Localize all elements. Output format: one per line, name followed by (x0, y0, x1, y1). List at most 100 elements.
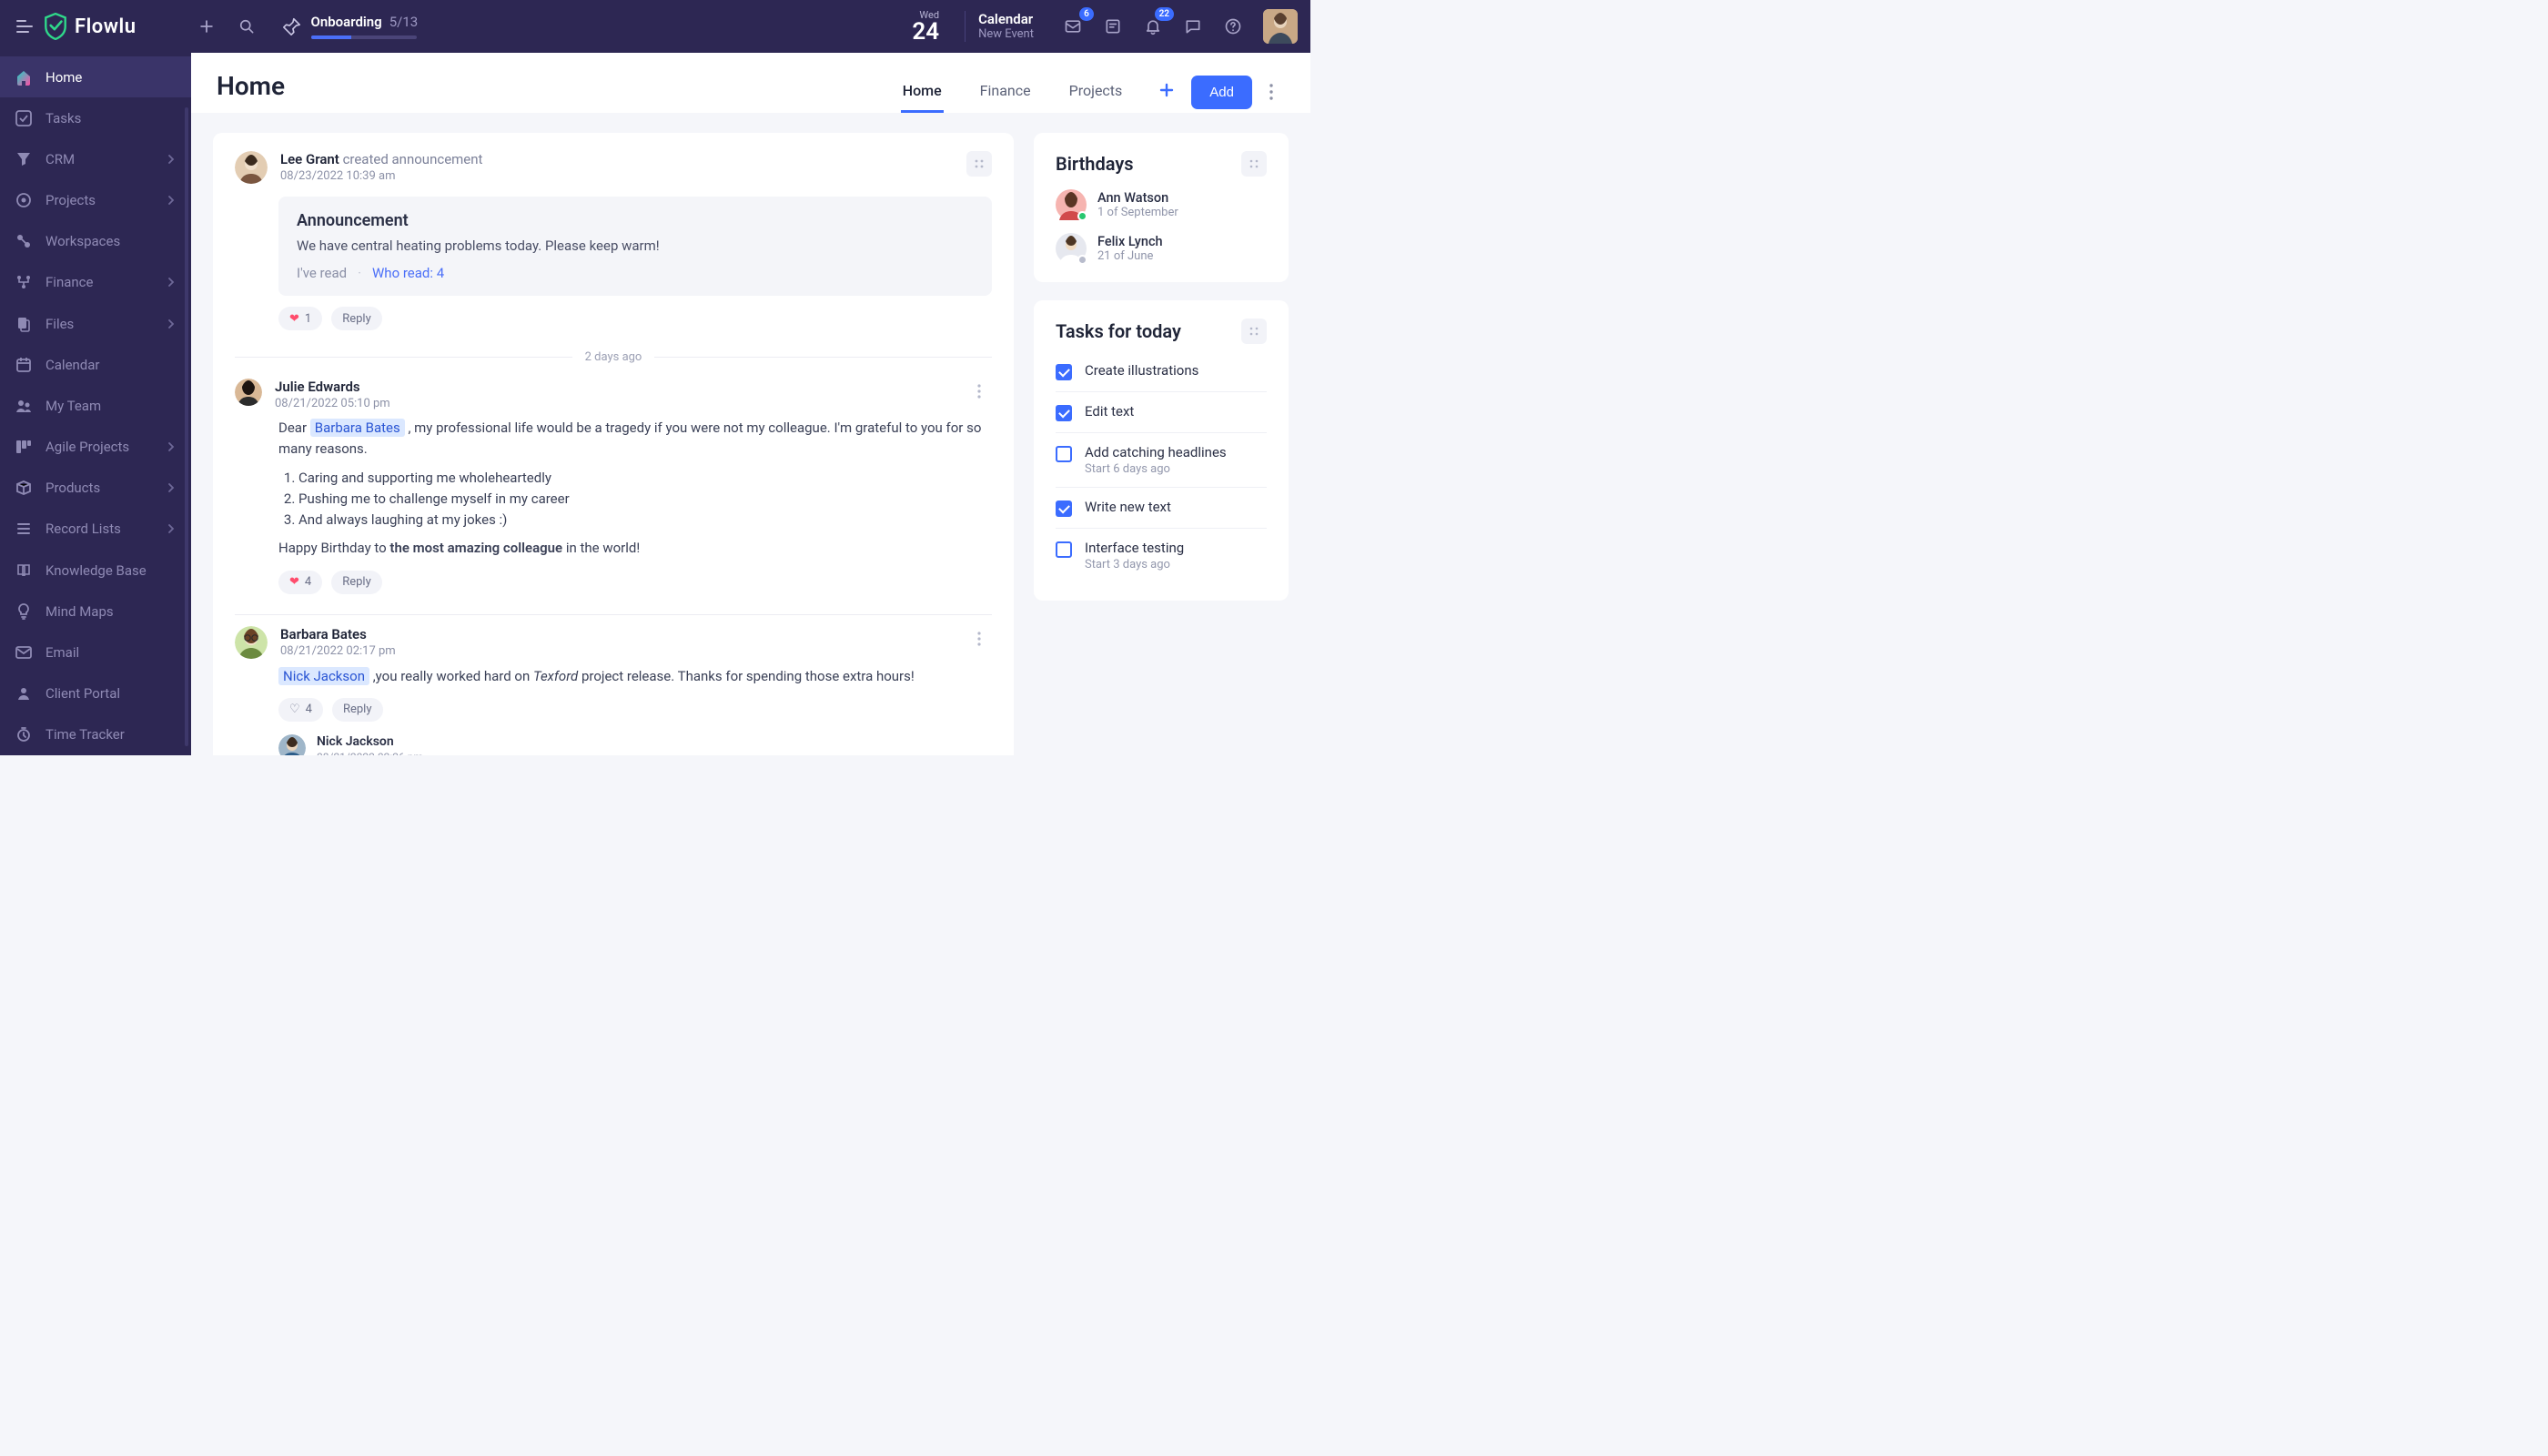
task-checkbox[interactable] (1056, 500, 1072, 517)
drag-handle[interactable] (1241, 318, 1267, 344)
reply-button[interactable]: Reply (332, 698, 383, 722)
avatar[interactable] (235, 151, 268, 184)
task-item[interactable]: Write new text (1056, 487, 1267, 528)
plus-icon (1158, 82, 1175, 98)
calendar-widget[interactable]: Calendar New Event (978, 11, 1034, 42)
task-checkbox[interactable] (1056, 541, 1072, 558)
new-button[interactable] (191, 11, 222, 42)
tab-finance[interactable]: Finance (978, 71, 1033, 113)
sidebar-item-email[interactable]: Email (0, 632, 191, 672)
sidebar-item-crm[interactable]: CRM (0, 138, 191, 179)
post-menu-button[interactable] (966, 151, 992, 177)
sidebar-item-files[interactable]: Files (0, 303, 191, 344)
chevron-right-icon (166, 523, 177, 534)
avatar[interactable] (235, 379, 262, 406)
sidebar-item-calendar[interactable]: Calendar (0, 344, 191, 385)
sidebar-item-knowledge-base[interactable]: Knowledge Base (0, 550, 191, 591)
mention-link[interactable]: Barbara Bates (310, 419, 405, 437)
avatar (1056, 233, 1087, 264)
tab-projects[interactable]: Projects (1067, 71, 1125, 113)
bulb-icon (15, 602, 33, 621)
target-icon (15, 191, 33, 209)
task-title: Interface testing (1085, 540, 1184, 556)
reply-author[interactable]: Nick Jackson (317, 734, 394, 749)
sidebar-item-tasks[interactable]: Tasks (0, 97, 191, 138)
task-checkbox[interactable] (1056, 405, 1072, 421)
sidebar-item-home[interactable]: Home (0, 56, 191, 97)
sidebar-item-client-portal[interactable]: Client Portal (0, 673, 191, 714)
like-pill[interactable]: ♡4 (278, 698, 323, 722)
onboarding-count: 5/13 (389, 14, 418, 30)
post-menu-button[interactable] (966, 379, 992, 404)
help-icon (1224, 17, 1242, 35)
sidebar-item-workspaces[interactable]: Workspaces (0, 221, 191, 262)
avatar (1056, 189, 1087, 220)
notifications-button[interactable]: 22 (1138, 11, 1168, 42)
post-author[interactable]: Barbara Bates (280, 626, 367, 642)
birthday-name: Felix Lynch (1097, 234, 1163, 249)
task-item[interactable]: Interface testingStart 3 days ago (1056, 528, 1267, 582)
chat-button[interactable] (1178, 11, 1208, 42)
agile-icon (15, 438, 33, 456)
sidebar-item-mind-maps[interactable]: Mind Maps (0, 591, 191, 632)
book-icon (15, 561, 33, 580)
sidebar-item-projects[interactable]: Projects (0, 180, 191, 221)
reply-button[interactable]: Reply (331, 571, 382, 594)
drag-handle[interactable] (1241, 151, 1267, 177)
notes-button[interactable] (1097, 11, 1128, 42)
avatar[interactable] (235, 626, 268, 659)
mention-link[interactable]: Nick Jackson (278, 667, 369, 685)
birthdays-card: Birthdays Ann Watson1 of SeptemberFelix … (1034, 133, 1289, 282)
add-button[interactable]: Add (1191, 76, 1252, 109)
home-icon (15, 68, 33, 86)
like-pill[interactable]: ❤1 (278, 307, 322, 330)
help-button[interactable] (1218, 11, 1249, 42)
inbox-button[interactable]: 6 (1057, 11, 1088, 42)
birthday-date: 21 of June (1097, 249, 1163, 263)
ive-read-label[interactable]: I've read (297, 265, 347, 281)
search-icon (238, 17, 256, 35)
page-title: Home (217, 71, 285, 101)
task-item[interactable]: Edit text (1056, 391, 1267, 432)
calendar-icon (15, 356, 33, 374)
birthday-item[interactable]: Ann Watson1 of September (1056, 189, 1267, 220)
add-tab-button[interactable] (1158, 82, 1175, 102)
post-body: Dear Barbara Bates , my professional lif… (278, 418, 992, 560)
timer-icon (15, 725, 33, 743)
sidebar-item-time-tracker[interactable]: Time Tracker (0, 714, 191, 755)
sidebar-item-agile-projects[interactable]: Agile Projects (0, 427, 191, 468)
sidebar-item-finance[interactable]: Finance (0, 262, 191, 303)
date-widget[interactable]: Wed 24 (912, 10, 939, 44)
profile-avatar[interactable] (1263, 9, 1298, 44)
task-item[interactable]: Create illustrations (1056, 351, 1267, 391)
task-checkbox[interactable] (1056, 446, 1072, 462)
chevron-right-icon (166, 318, 177, 329)
post-timestamp: 08/21/2022 02:17 pm (280, 644, 954, 658)
menu-toggle-icon[interactable] (16, 20, 33, 33)
task-title: Add catching headlines (1085, 444, 1227, 460)
who-read-link[interactable]: Who read: 4 (372, 265, 444, 281)
sidebar-item-record-lists[interactable]: Record Lists (0, 509, 191, 550)
task-checkbox[interactable] (1056, 364, 1072, 380)
box-icon (15, 479, 33, 497)
sidebar-item-products[interactable]: Products (0, 468, 191, 509)
reply-button[interactable]: Reply (331, 307, 382, 330)
task-item[interactable]: Add catching headlinesStart 6 days ago (1056, 432, 1267, 487)
like-pill[interactable]: ❤4 (278, 571, 322, 594)
post-menu-button[interactable] (966, 626, 992, 652)
tab-home[interactable]: Home (901, 71, 944, 113)
brand-name: Flowlu (75, 15, 136, 38)
onboarding-widget[interactable]: Onboarding 5/13 (282, 14, 419, 39)
post-author[interactable]: Lee Grant (280, 151, 339, 167)
announcement-title: Announcement (297, 211, 974, 230)
page-menu-button[interactable] (1258, 84, 1285, 100)
topbar: Flowlu Onboarding 5/13 Wed 24 Calendar N… (0, 0, 1310, 53)
post-author[interactable]: Julie Edwards (275, 379, 360, 395)
search-button[interactable] (231, 11, 262, 42)
sidebar-item-my-team[interactable]: My Team (0, 385, 191, 426)
brand-logo[interactable]: Flowlu (44, 13, 136, 40)
heart-icon: ❤ (289, 575, 299, 589)
avatar[interactable] (278, 734, 306, 755)
team-icon (15, 397, 33, 415)
birthday-item[interactable]: Felix Lynch21 of June (1056, 233, 1267, 264)
